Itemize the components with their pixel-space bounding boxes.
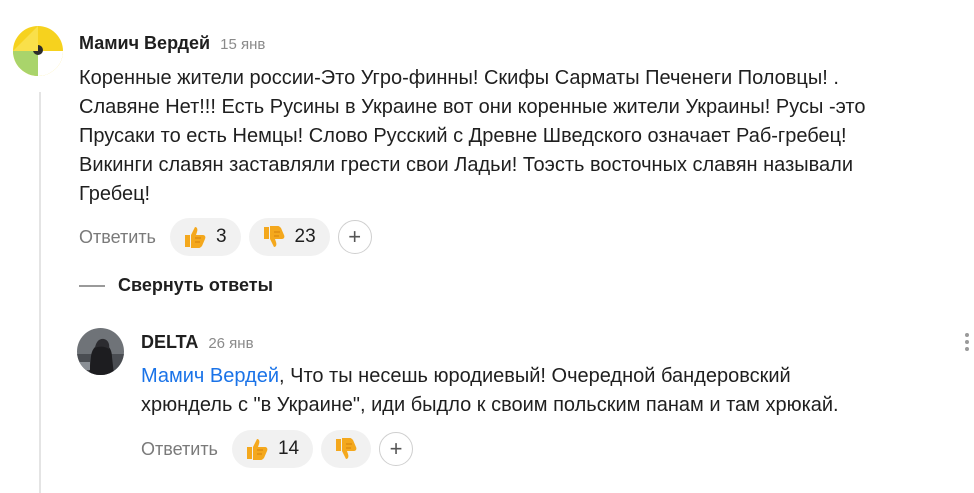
comment-text-line: Мамич Вердей, Что ты несешь юродиевый! О… <box>141 362 961 391</box>
comment-header: DELTA 26 янв <box>141 332 254 353</box>
comment-date[interactable]: 15 янв <box>220 36 265 53</box>
comment-text-line: Славяне Нет!!! Есть Русины в Украине вот… <box>79 96 866 118</box>
avatar-image <box>13 26 63 76</box>
plus-icon: + <box>348 224 362 249</box>
collapse-label: Свернуть ответы <box>118 275 273 295</box>
comment-actions: Ответить 3 23 + <box>79 218 372 256</box>
like-button[interactable]: 14 <box>231 430 314 468</box>
thumbs-down-icon <box>336 438 357 459</box>
collapse-dash <box>79 284 105 287</box>
reply-button[interactable]: Ответить <box>79 227 156 248</box>
comment-text: Мамич Вердей, Что ты несешь юродиевый! О… <box>141 362 961 420</box>
comment-date[interactable]: 26 янв <box>208 335 253 352</box>
comment-text-line: Коренные жители россии-Это Угро-финны! С… <box>79 67 839 89</box>
reply-button[interactable]: Ответить <box>141 439 218 460</box>
avatar[interactable] <box>77 328 124 375</box>
thumbs-up-icon <box>246 439 268 460</box>
comment-text-segment: , Что ты несешь юродиевый! Очередной бан… <box>279 365 791 387</box>
comment-text-line: Викинги славян заставляли грести свои Ла… <box>79 154 853 176</box>
like-count: 14 <box>277 438 300 459</box>
avatar-image <box>77 328 124 375</box>
author-name[interactable]: DELTA <box>141 332 198 353</box>
collapse-replies-button[interactable]: Свернуть ответы <box>79 275 273 296</box>
add-reaction-button[interactable]: + <box>379 432 414 466</box>
dislike-button[interactable] <box>321 430 372 468</box>
dislike-count: 23 <box>294 226 316 247</box>
comment-1: Мамич Вердей 15 янв Коренные жители росс… <box>0 0 974 260</box>
thumbs-up-icon <box>184 227 206 248</box>
avatar[interactable] <box>13 26 63 76</box>
author-name[interactable]: Мамич Вердей <box>79 33 210 54</box>
comment-actions: Ответить 14 + <box>141 430 414 468</box>
mention-link[interactable]: Мамич Вердей <box>141 365 279 387</box>
comment-text: Коренные жители россии-Это Угро-финны! С… <box>79 64 969 209</box>
like-button[interactable]: 3 <box>169 218 241 256</box>
thumbs-down-icon <box>263 226 284 247</box>
comment-header: Мамич Вердей 15 янв <box>79 33 265 54</box>
dislike-button[interactable]: 23 <box>248 218 330 256</box>
comment-text-line: Гребец! <box>79 183 151 205</box>
comment-text-line: Прусаки то есть Немцы! Слово Русский с Д… <box>79 125 847 147</box>
add-reaction-button[interactable]: + <box>337 220 372 254</box>
plus-icon: + <box>389 436 403 461</box>
comment-2: DELTA 26 янв Мамич Вердей, Что ты несешь… <box>0 320 974 493</box>
more-options-icon[interactable] <box>964 333 970 353</box>
like-count: 3 <box>215 226 227 247</box>
comment-text-line: хрюндель с "в Украине", иди быдло к свои… <box>141 394 839 416</box>
